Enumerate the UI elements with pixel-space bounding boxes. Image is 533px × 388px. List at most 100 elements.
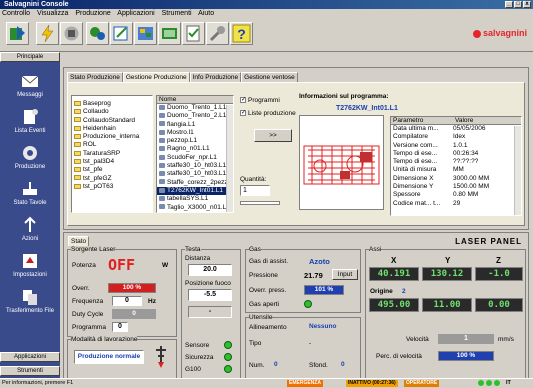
file-name: Taglio_X3000_n01.L1 (167, 203, 230, 211)
sidebar-item-messaggi[interactable]: Messaggi (0, 68, 60, 106)
sidebar-item-impostazioni[interactable]: Impostazioni (0, 248, 60, 286)
tab-gestione-ventose[interactable]: Gestione ventose (241, 72, 298, 82)
file-item[interactable]: Ragno_n01.L1 (157, 145, 233, 153)
duty-value: 0 (112, 309, 156, 319)
toolbar-button-9[interactable] (206, 22, 229, 45)
folder-tree: Baseprog Collaudo CollaudoStandard Heide… (71, 95, 153, 213)
toolbar-button-8[interactable] (182, 22, 205, 45)
file-item[interactable]: pezzop.L1 (157, 137, 233, 145)
toolbar-button-10[interactable]: ? (230, 22, 253, 45)
folder-item[interactable]: CollaudoStandard (72, 117, 152, 125)
stop-icon (64, 26, 79, 41)
minimize-button[interactable]: _ (505, 1, 513, 8)
file-item[interactable]: flangia.L1 (157, 121, 233, 129)
folder-item[interactable]: TaraturaSRP (72, 150, 152, 158)
perc-fill: 100 % (439, 352, 493, 360)
gas-aperti-led (304, 300, 312, 308)
folder-item[interactable]: Produzione_interna (72, 133, 152, 141)
file-name: staffe30_10_ht03.L1 (167, 162, 227, 170)
file-icon (159, 104, 165, 110)
option-programmi[interactable]: ✓ Programmi (240, 97, 280, 104)
file-name: Ragno_n01.L1 (167, 145, 210, 153)
palette-icon (138, 27, 153, 40)
toolbar-button-6[interactable] (134, 22, 157, 45)
param-col-header[interactable]: Parametro (393, 117, 455, 124)
sidebar-item-produzione[interactable]: Produzione (0, 140, 60, 178)
file-item[interactable]: Mostro.l1 (157, 129, 233, 137)
toolbar-button-4[interactable] (86, 22, 109, 45)
utensile-group: Utensile Allineamento Nessuno Tipo - Num… (245, 314, 361, 379)
param-row: Tempo di ese...??:??:?? (391, 158, 521, 166)
folder-item[interactable]: tst_pfe (72, 166, 152, 174)
allin-value: Nessuno (309, 323, 337, 330)
value-col-header[interactable]: Valore (455, 117, 473, 124)
file-item[interactable]: Taglio_X3000_n01.L1 (157, 204, 233, 212)
menu-applicazioni[interactable]: Applicazioni (117, 10, 154, 17)
toolbar-button-2[interactable] (36, 22, 59, 45)
quantita-input[interactable]: 1 (240, 185, 270, 196)
prog-value: 0 (112, 322, 128, 332)
sidebar-principale[interactable]: Principale (0, 52, 60, 62)
toolbar-button-1[interactable] (6, 22, 29, 45)
file-icon (159, 196, 165, 202)
axis-z-label: Z (496, 256, 501, 265)
velocita-value: 1 (438, 334, 494, 344)
menu-visualizza[interactable]: Visualizza (37, 10, 68, 17)
load-icon (10, 26, 25, 40)
close-button[interactable]: x (523, 1, 531, 8)
folder-item[interactable]: ROL (72, 141, 152, 149)
sidebar-strumenti[interactable]: Strumenti (0, 366, 60, 376)
assist-value: Azoto (309, 257, 330, 266)
add-button[interactable]: >> (254, 129, 292, 142)
tab-stato[interactable]: Stato (68, 236, 90, 246)
menu-produzione[interactable]: Produzione (75, 10, 110, 17)
param-table-header: Parametro Valore (391, 117, 521, 125)
folder-item[interactable]: Collaudo (72, 108, 152, 116)
velocita-unit: mm/s (498, 336, 514, 343)
file-item[interactable]: Duomo_Trento_2.L1 (157, 112, 233, 120)
file-item[interactable]: Staffe_corezz_2pezz (157, 179, 233, 187)
folder-item[interactable]: tst_pOT63 (72, 183, 152, 191)
file-name: flangia.L1 (167, 120, 196, 128)
sidebar-item-azioni[interactable]: Azioni (0, 212, 60, 250)
menu-strumenti[interactable]: Strumenti (162, 10, 192, 17)
toolbar-button-7[interactable] (158, 22, 181, 45)
tab-gestione-produzione[interactable]: Gestione Produzione (122, 72, 190, 82)
tab-stato-produzione[interactable]: Stato Produzione (67, 72, 123, 82)
file-item[interactable]: T2762KW_Int01.L1 (157, 186, 233, 196)
sidebar-item-trasferimento-file[interactable]: Trasferimento File (0, 284, 60, 322)
param-table-scrollbar[interactable] (514, 126, 521, 215)
sidebar-applicazioni[interactable]: Applicazioni (0, 352, 60, 362)
option-liste-produzione[interactable]: ✓ Liste produzione (240, 110, 296, 117)
file-item[interactable]: ScudoFer_npr.L1 (157, 154, 233, 162)
distanza-value: 20.0 (188, 264, 232, 276)
origin-x: 495.00 (369, 298, 419, 312)
folder-item[interactable]: Baseprog (72, 100, 152, 108)
file-item[interactable]: Duomo_Trento_1.L1 (157, 104, 233, 112)
folder-icon (74, 150, 81, 156)
production-icon (23, 146, 37, 160)
toolbar-button-5[interactable] (110, 22, 133, 45)
file-list-header[interactable]: Nome (157, 96, 233, 104)
file-item[interactable]: tabellaSYS.L1 (157, 195, 233, 203)
folder-item[interactable]: tst_pfeGZ (72, 175, 152, 183)
tipo-value: - (309, 340, 312, 347)
sidebar-item-stato-tavole[interactable]: Stato Tavole (0, 176, 60, 214)
tab-info-produzione[interactable]: Info Produzione (189, 72, 242, 82)
sorgente-title: Sorgente Laser (71, 246, 116, 253)
input-button[interactable]: Input (332, 269, 358, 280)
menu-aiuto[interactable]: Aiuto (198, 10, 214, 17)
folder-item[interactable]: tst_pal3D4 (72, 158, 152, 166)
quantita-slider[interactable] (240, 201, 280, 205)
file-item[interactable]: staffe30_10_ht03.L1 (157, 162, 233, 170)
sidebar-item-lista-eventi[interactable]: Lista Eventi (0, 104, 60, 142)
sidebar: Principale Messaggi Lista Eventi Produzi… (0, 52, 60, 387)
file-list-scrollbar[interactable] (226, 105, 233, 212)
perc-bar: 100 % (438, 351, 494, 361)
toolbar-button-3[interactable] (60, 22, 83, 45)
inattivo-badge: INATTIVO (00:27:36) (346, 380, 398, 387)
file-item[interactable]: staffe30_10_ht03.L1 (157, 170, 233, 178)
maximize-button[interactable]: □ (514, 1, 522, 8)
folder-item[interactable]: Heidenhain (72, 125, 152, 133)
menu-controllo[interactable]: Controllo (2, 10, 30, 17)
